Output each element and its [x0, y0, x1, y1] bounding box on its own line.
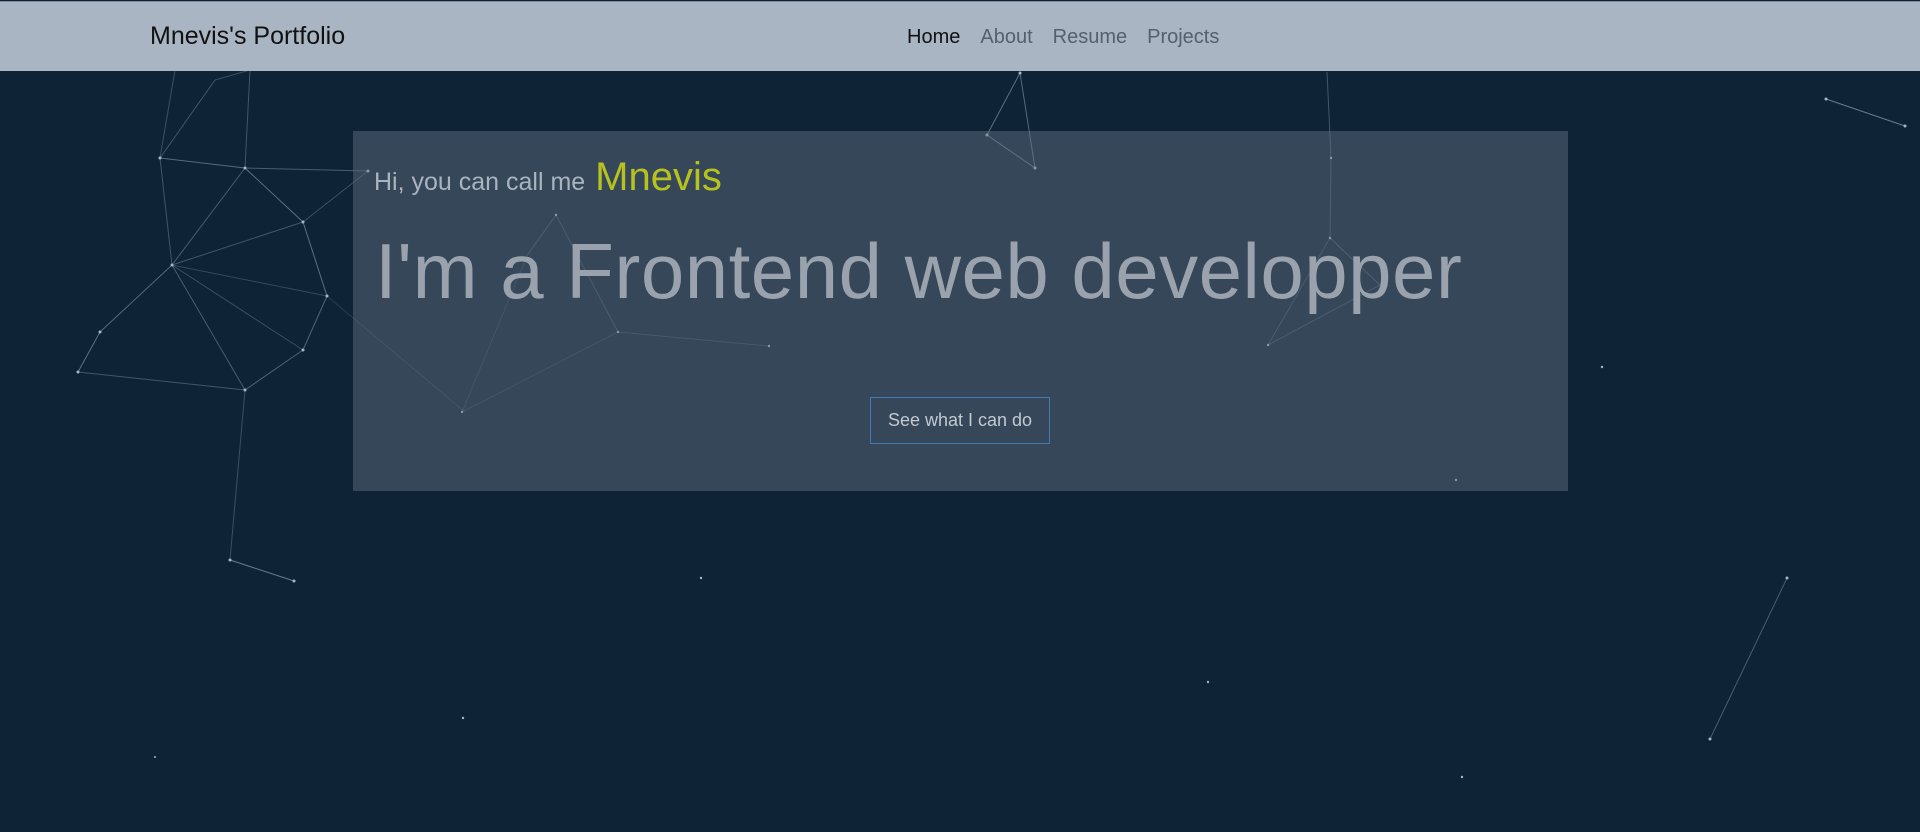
nav-link-home[interactable]: Home — [907, 26, 960, 49]
nav-link-projects[interactable]: Projects — [1147, 26, 1219, 49]
navbar: Mnevis's Portfolio Home About Resume Pro… — [0, 1, 1920, 71]
hero-headline: I'm a Frontend web developper — [375, 227, 1463, 315]
brand-link[interactable]: Mnevis's Portfolio — [150, 22, 345, 51]
see-what-i-can-do-button[interactable]: See what I can do — [870, 397, 1050, 444]
greeting-prefix: Hi, you can call me — [374, 168, 586, 196]
nav-links: Home About Resume Projects — [907, 26, 1219, 49]
page: Mnevis's Portfolio Home About Resume Pro… — [0, 0, 1920, 832]
hero-panel: Hi, you can call me Mnevis I'm a Fronten… — [353, 131, 1568, 491]
greeting-name: Mnevis — [595, 155, 722, 199]
greeting: Hi, you can call me Mnevis — [374, 155, 722, 200]
nav-link-resume[interactable]: Resume — [1053, 26, 1127, 49]
nav-link-about[interactable]: About — [980, 26, 1032, 49]
